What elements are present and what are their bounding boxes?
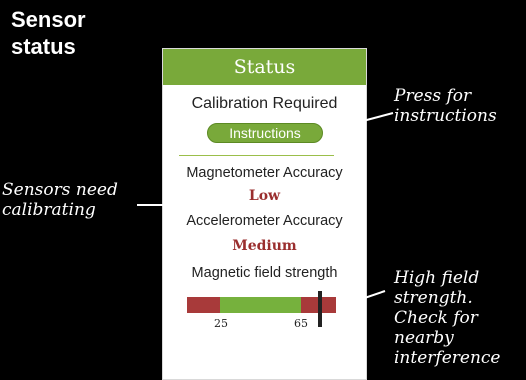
arrow-to-gauge: [337, 290, 386, 310]
annotation-arrows: [137, 112, 394, 310]
arrow-to-instructions: [325, 112, 394, 135]
